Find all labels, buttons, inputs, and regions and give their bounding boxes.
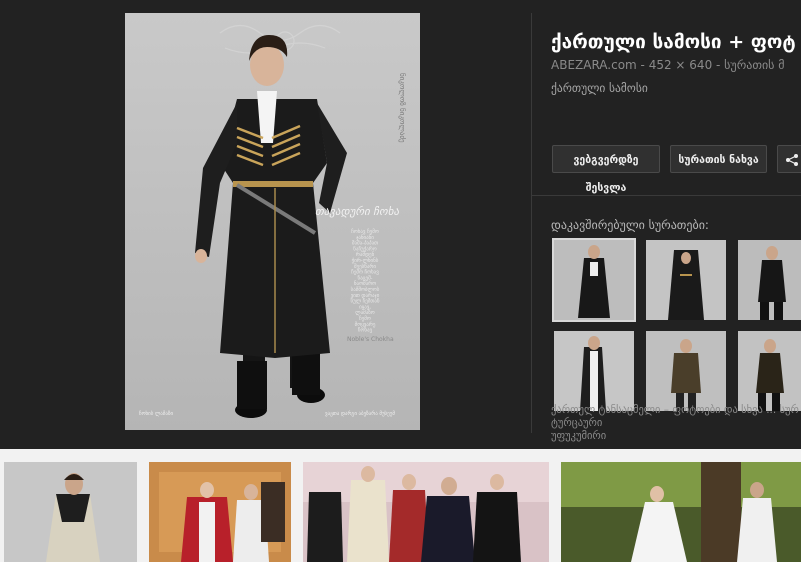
related-caption-line-2: უფუკუმირი	[551, 430, 607, 442]
chokha-photo: ნიკოლოზ ნიკოლაძე თავადური ჩოხა ჩოხავ ჩემ…	[139, 24, 406, 418]
grid-thumb-2[interactable]	[149, 462, 291, 562]
grid-thumb-4[interactable]	[561, 462, 801, 562]
related-thumb-4[interactable]	[554, 331, 634, 411]
image-title[interactable]: ქართული სამოსი + ფოტ	[551, 31, 801, 53]
related-thumb-2[interactable]	[646, 240, 726, 320]
related-caption: ქართულ ტანსაცმელი – ფოტოები და სხვა ... …	[551, 404, 801, 443]
related-caption-line-1: ქართულ ტანსაცმელი – ფოტოები და სხვა ... …	[551, 404, 799, 429]
chokha-title: თავადური ჩოხა	[315, 205, 399, 218]
related-thumb-6[interactable]	[738, 331, 801, 411]
section-separator	[532, 195, 801, 196]
poem-text: ჩოხავ ჩემოჯანიანიმამა-პაპათნაჩუქარორამდე…	[350, 228, 379, 334]
related-thumb-5[interactable]	[646, 331, 726, 411]
grid-thumb-1[interactable]	[4, 462, 137, 562]
image-detail-panel: ნიკოლოზ ნიკოლაძე თავადური ჩოხა ჩოხავ ჩემ…	[0, 0, 801, 449]
share-button[interactable]	[777, 145, 801, 173]
image-preview[interactable]: ნიკოლოზ ნიკოლაძე თავადური ჩოხა ჩოხავ ჩემ…	[125, 13, 420, 430]
brand-vertical: ნიკოლოზ ნიკოლაძე	[398, 73, 406, 143]
related-thumb-3[interactable]	[738, 240, 801, 320]
poem-credit: Noble's Chokha	[347, 336, 394, 343]
panel-divider	[531, 13, 532, 433]
grid-thumb-3[interactable]	[303, 462, 549, 562]
footer-left-text: ჩოხის ლამაზი	[139, 410, 173, 417]
footer-right-text: ვაჟთა დარგი აბეზარა მუსეუმ	[325, 410, 395, 417]
share-icon	[786, 154, 798, 166]
view-image-button[interactable]: სურათის ნახვა	[670, 145, 767, 173]
poem-line: ჩოხავ	[358, 327, 373, 334]
visit-page-button[interactable]: ვებგვერდზე შესვლა	[552, 145, 660, 194]
image-description: ქართული სამოსი	[551, 81, 648, 95]
related-thumb-1[interactable]	[552, 238, 636, 322]
related-images-label: დაკავშირებული სურათები:	[551, 218, 709, 232]
image-meta[interactable]: ABEZARA.com - 452 × 640 - სურათის მ	[551, 58, 785, 72]
